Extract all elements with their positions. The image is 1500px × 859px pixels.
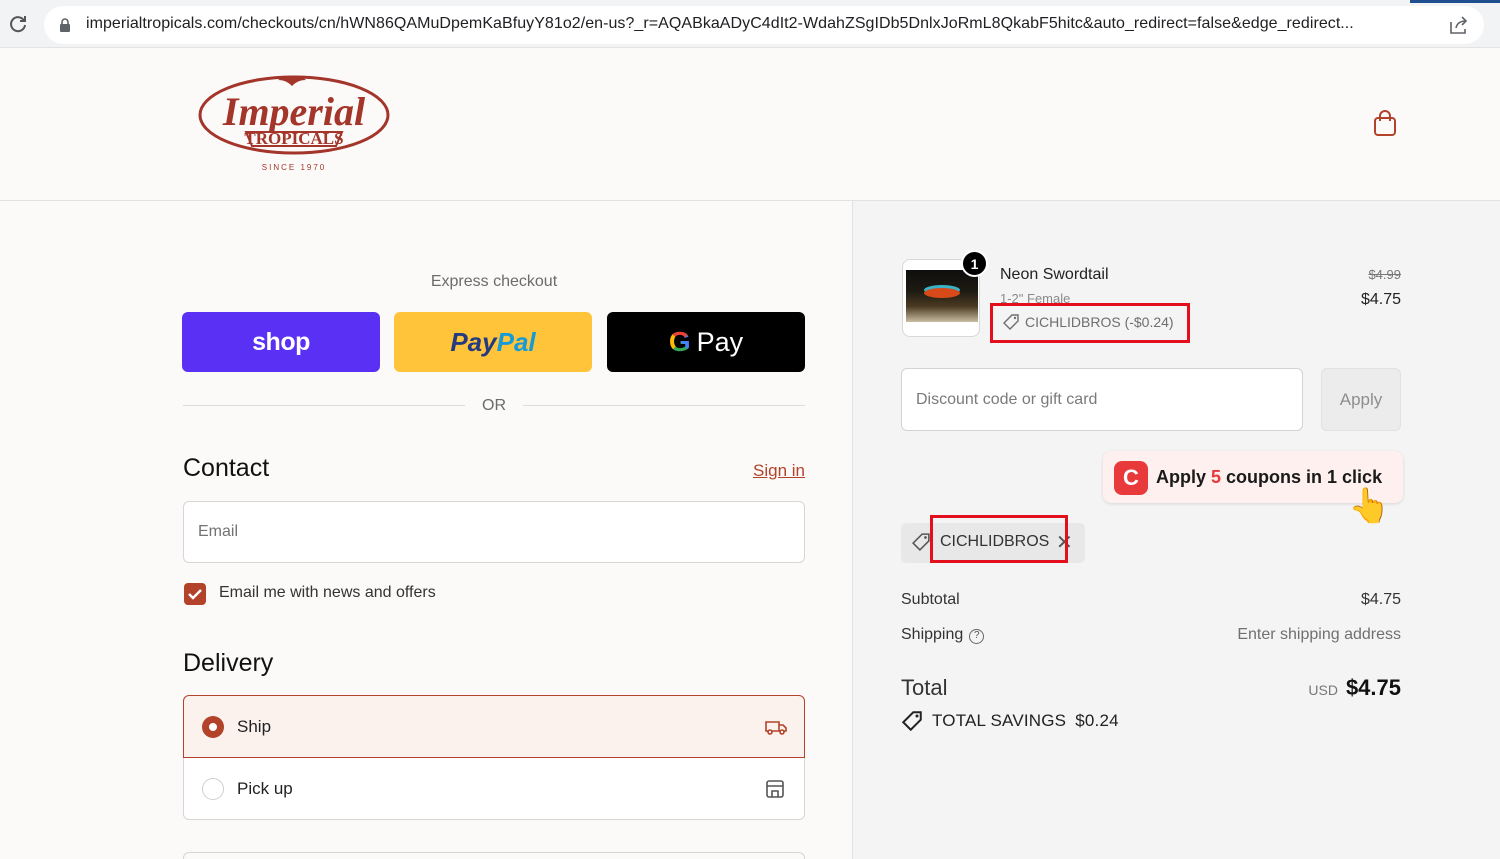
svg-text:TROPICALS: TROPICALS <box>244 129 343 148</box>
shipping-value: Enter shipping address <box>1237 626 1401 643</box>
discounted-price: $4.75 <box>1360 291 1401 308</box>
total-label: Total <box>901 675 948 700</box>
apply-discount-button[interactable]: Apply <box>1321 368 1401 431</box>
paypal-label-pay: Pay <box>450 326 497 357</box>
currency-code: USD <box>1308 682 1338 698</box>
google-pay-label: Pay <box>696 326 744 357</box>
delivery-option-pickup[interactable]: Pick up <box>183 758 805 820</box>
delivery-heading: Delivery <box>183 649 274 677</box>
paypal-label-pal: Pal <box>496 326 536 357</box>
applied-code-highlight <box>930 515 1068 563</box>
discount-code-input[interactable]: Discount code or gift card <box>901 368 1303 431</box>
or-divider-label: OR <box>482 397 506 414</box>
savings-value: $0.24 <box>1075 711 1119 730</box>
tag-icon <box>912 533 930 551</box>
coupon-text-pre: Apply <box>1156 467 1212 487</box>
browser-accent <box>1410 0 1500 3</box>
store-header: Imperial TROPICALS SINCE 1970 <box>0 48 1500 201</box>
pickup-radio[interactable] <box>202 778 224 800</box>
google-g-icon: G <box>668 326 691 357</box>
truck-icon <box>765 721 787 735</box>
url-text[interactable]: imperialtropicals.com/checkouts/cn/hWN86… <box>86 15 1436 33</box>
quantity-badge: 1 <box>961 250 988 277</box>
product-name: Neon Swordtail <box>1000 266 1109 283</box>
savings-tag-icon <box>901 711 922 731</box>
share-icon[interactable] <box>1448 15 1470 35</box>
lock-icon[interactable] <box>59 17 71 33</box>
coupon-count: 5 <box>1211 467 1222 487</box>
store-logo[interactable]: Imperial TROPICALS SINCE 1970 <box>196 72 396 178</box>
coupon-extension-logo: C <box>1114 461 1148 495</box>
divider-left <box>183 405 465 406</box>
discount-code-placeholder: Discount code or gift card <box>916 391 1098 408</box>
checkmark-icon <box>188 589 202 600</box>
ship-radio[interactable] <box>202 716 224 738</box>
subtotal-label: Subtotal <box>901 591 960 608</box>
paypal-button[interactable]: Pay Pal <box>394 312 592 372</box>
next-field-partial <box>183 852 805 859</box>
ship-label: Ship <box>237 717 272 736</box>
reload-icon[interactable] <box>6 12 30 36</box>
divider-right <box>523 405 805 406</box>
sign-in-link[interactable]: Sign in <box>753 461 805 481</box>
email-field[interactable]: Email <box>183 501 805 563</box>
order-summary: 1 Neon Swordtail 1-2" Female $4.99 $4.75… <box>852 201 1500 859</box>
browser-toolbar: imperialtropicals.com/checkouts/cn/hWN86… <box>0 0 1500 48</box>
shopping-bag-icon[interactable] <box>1370 108 1400 138</box>
news-checkbox[interactable] <box>184 583 206 605</box>
fish-image <box>924 288 960 298</box>
shop-pay-label: shop <box>252 327 310 356</box>
express-checkout-label: Express checkout <box>430 273 558 290</box>
help-icon[interactable]: ? <box>969 629 985 644</box>
shipping-label: Shipping <box>901 626 964 643</box>
subtotal-value: $4.75 <box>1360 591 1401 608</box>
delivery-option-ship[interactable]: Ship <box>183 695 805 758</box>
tag-icon <box>1003 314 1019 330</box>
product-image <box>906 270 978 322</box>
store-icon <box>766 780 784 798</box>
coupon-extension-text: Apply 5 coupons in 1 click <box>1156 467 1382 488</box>
discount-line-text: CICHLIDBROS (-$0.24) <box>1025 314 1174 330</box>
svg-text:SINCE 1970: SINCE 1970 <box>262 163 326 172</box>
news-checkbox-label: Email me with news and offers <box>219 584 436 601</box>
address-bar[interactable]: imperialtropicals.com/checkouts/cn/hWN86… <box>44 6 1484 44</box>
email-placeholder: Email <box>198 523 239 540</box>
pickup-label: Pick up <box>237 779 293 798</box>
svg-text:Imperial: Imperial <box>222 89 366 134</box>
pointing-hand-icon: 👆 <box>1348 487 1391 525</box>
coupon-text-post: coupons in 1 click <box>1221 467 1383 487</box>
total-value: $4.75 <box>1345 675 1401 700</box>
original-price: $4.99 <box>1368 267 1401 282</box>
google-pay-button[interactable]: G Pay <box>607 312 805 372</box>
discount-line-highlight: CICHLIDBROS (-$0.24) <box>990 303 1190 343</box>
contact-heading: Contact <box>183 454 270 482</box>
savings-label: TOTAL SAVINGS <box>932 711 1067 730</box>
shop-pay-button[interactable]: shop <box>182 312 380 372</box>
total-savings: TOTAL SAVINGS $0.24 <box>901 711 1119 731</box>
